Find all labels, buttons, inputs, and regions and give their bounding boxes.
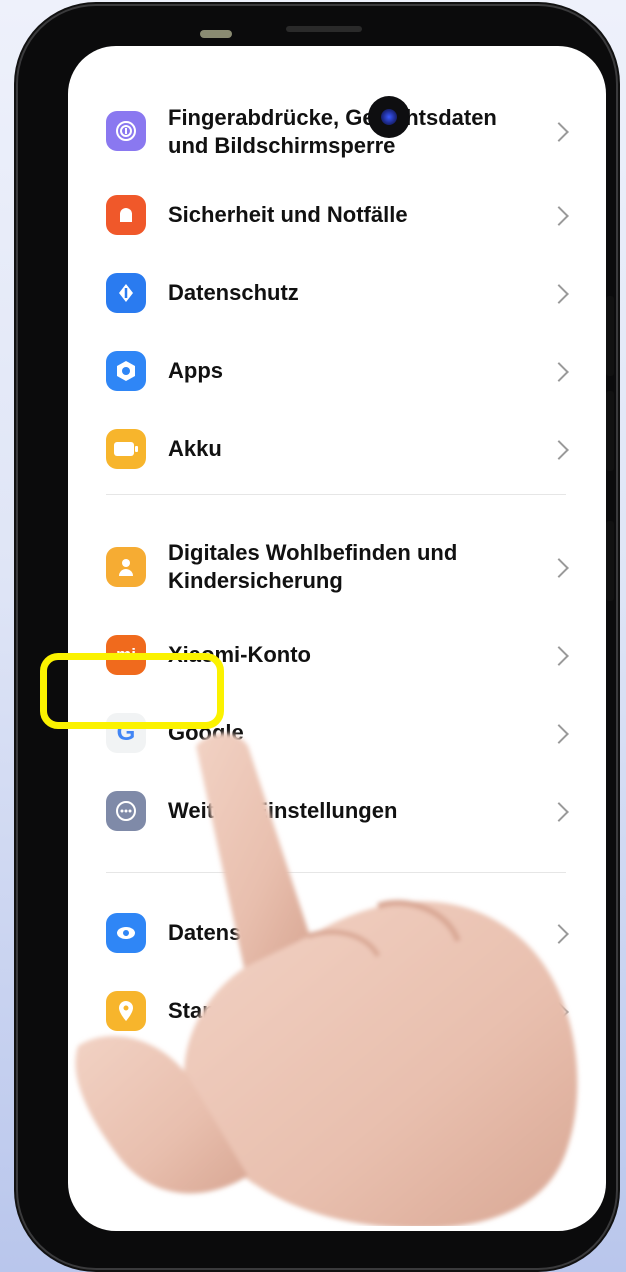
privacy-icon: [106, 273, 146, 313]
chevron-right-icon: [549, 558, 569, 578]
settings-item-label: Standort: [168, 998, 259, 1023]
chevron-right-icon: [549, 440, 569, 460]
emergency-icon: [106, 195, 146, 235]
settings-screen: Fingerabdrücke, Gesichtsdaten und Bildsc…: [68, 46, 606, 1231]
settings-item-label: Datenschutz: [168, 920, 299, 945]
volume-down-button: [606, 391, 614, 471]
settings-item-privacy[interactable]: Datenschutz: [68, 254, 606, 332]
settings-item-label: Sicherheit und Notfälle: [168, 202, 408, 227]
location-icon: [106, 991, 146, 1031]
chevron-right-icon: [549, 362, 569, 382]
highlight-box: [40, 653, 224, 729]
power-button: [606, 521, 614, 601]
apps-icon: [106, 351, 146, 391]
settings-item-battery[interactable]: Akku: [68, 410, 606, 488]
volume-up-button: [606, 296, 614, 376]
chevron-right-icon: [549, 724, 569, 744]
settings-item-label: Google: [168, 720, 244, 745]
settings-item-feedback[interactable]: Rückmeldung: [68, 1050, 606, 1128]
settings-item-label: Weitere Einstellungen: [168, 798, 398, 823]
section-divider: [106, 494, 566, 495]
chevron-right-icon: [549, 1002, 569, 1022]
battery-icon: [106, 429, 146, 469]
section-divider: [106, 872, 566, 873]
chevron-right-icon: [549, 646, 569, 666]
settings-item-label: Akku: [168, 436, 222, 461]
settings-item-label: Apps: [168, 358, 223, 383]
phone-frame: Fingerabdrücke, Gesichtsdaten und Bildsc…: [18, 6, 616, 1268]
settings-item-fingerprint[interactable]: Fingerabdrücke, Gesichtsdaten und Bildsc…: [68, 86, 606, 176]
settings-item-label: Datenschutz: [168, 280, 299, 305]
settings-item-label: Rückmeldung: [168, 1076, 314, 1101]
settings-item-location[interactable]: Standort: [68, 972, 606, 1050]
settings-item-security[interactable]: Sicherheit und Notfälle: [68, 176, 606, 254]
settings-item-apps[interactable]: Apps: [68, 332, 606, 410]
chevron-right-icon: [549, 802, 569, 822]
settings-item-more-settings[interactable]: Weitere Einstellungen: [68, 772, 606, 850]
settings-item-label: Digitales Wohlbefinden und Kindersicheru…: [168, 540, 458, 593]
wellbeing-icon: [106, 547, 146, 587]
fingerprint-icon: [106, 111, 146, 151]
feedback-icon: [106, 1069, 146, 1109]
chevron-right-icon: [549, 924, 569, 944]
settings-item-privacy-protection[interactable]: Datenschutz: [68, 894, 606, 972]
chevron-right-icon: [549, 284, 569, 304]
settings-item-label: Fingerabdrücke, Gesichtsdaten und Bildsc…: [168, 105, 497, 158]
earpiece: [200, 30, 232, 38]
settings-item-wellbeing[interactable]: Digitales Wohlbefinden und Kindersicheru…: [68, 524, 606, 610]
more-settings-icon: [106, 791, 146, 831]
front-camera: [368, 96, 410, 138]
chevron-right-icon: [549, 206, 569, 226]
eye-icon: [106, 913, 146, 953]
top-speaker: [286, 26, 362, 32]
chevron-right-icon: [549, 122, 569, 142]
